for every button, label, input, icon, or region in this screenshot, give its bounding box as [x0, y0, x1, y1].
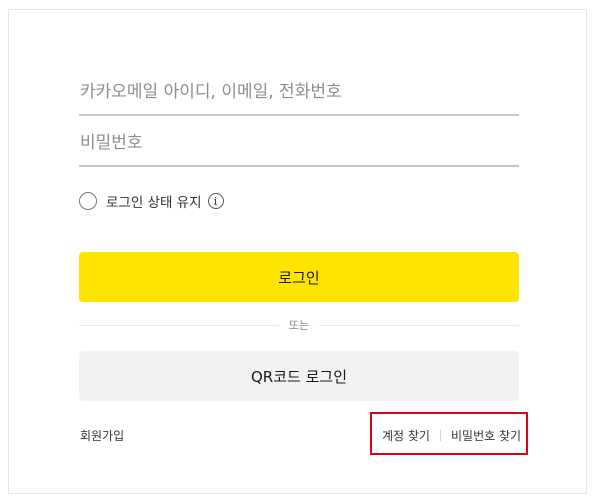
find-links: 계정 찾기 비밀번호 찾기	[382, 427, 521, 444]
find-account-link[interactable]: 계정 찾기	[382, 427, 430, 444]
login-button[interactable]: 로그인	[79, 252, 519, 302]
info-icon[interactable]: i	[207, 193, 224, 209]
qr-login-button[interactable]: QR코드 로그인	[79, 351, 519, 401]
or-divider: 또는	[79, 316, 519, 334]
divider-line-right	[319, 324, 519, 326]
find-password-link[interactable]: 비밀번호 찾기	[451, 427, 521, 444]
divider-line-left	[79, 324, 279, 326]
password-input[interactable]	[79, 121, 519, 167]
divider-text: 또는	[288, 319, 310, 332]
checkbox-circle-icon[interactable]	[79, 192, 97, 210]
keep-login-label: 로그인 상태 유지	[106, 195, 202, 211]
id-input[interactable]	[79, 70, 519, 116]
keep-login-checkbox[interactable]: 로그인 상태 유지 i	[79, 190, 224, 212]
login-card: 로그인 상태 유지 i 로그인 또는 QR코드 로그인 회원가입 계정 찾기 비…	[8, 9, 587, 494]
signup-link[interactable]: 회원가입	[80, 427, 124, 444]
link-separator	[439, 430, 441, 441]
